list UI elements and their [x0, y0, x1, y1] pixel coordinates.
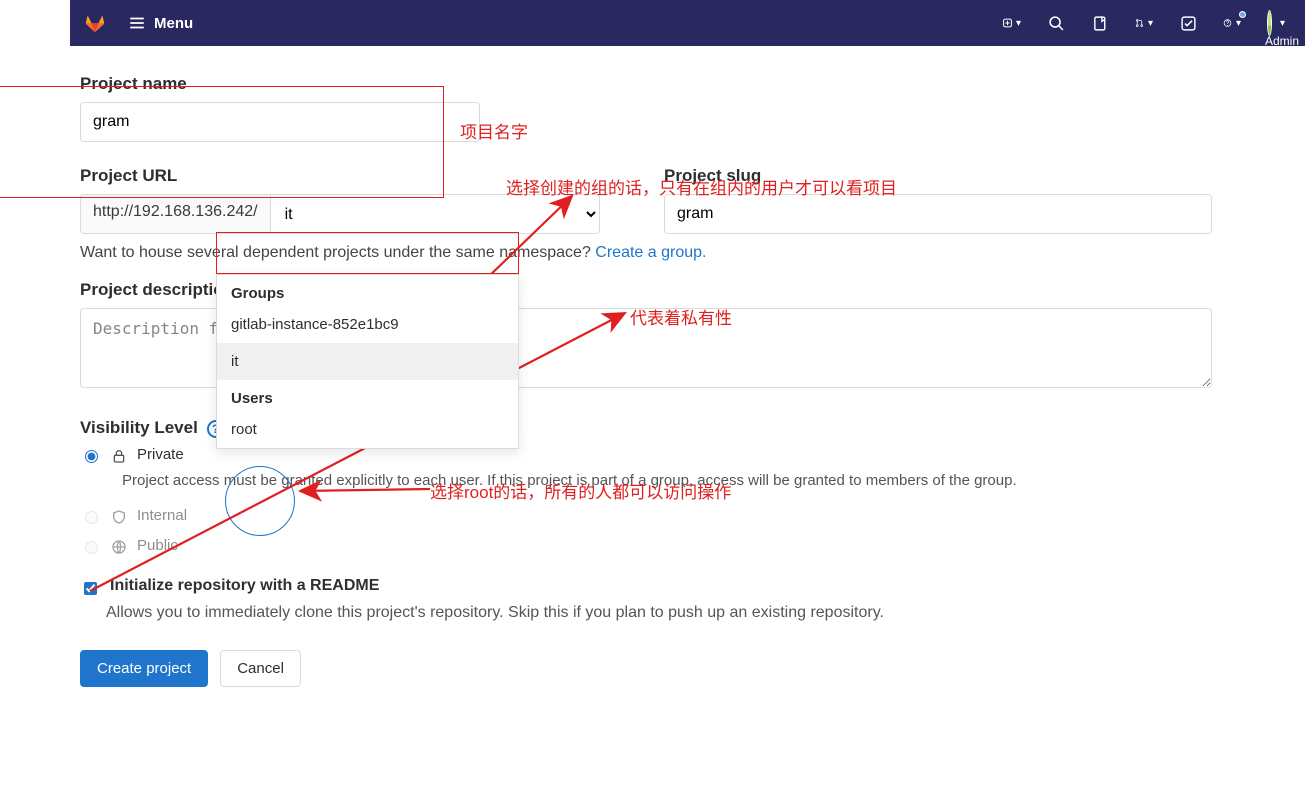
project-name-label: Project name — [80, 74, 1212, 94]
project-url-prefix: http://192.168.136.242/ — [80, 194, 271, 234]
namespace-select[interactable]: it — [271, 194, 600, 234]
initialize-readme-checkbox[interactable] — [84, 582, 97, 595]
namespace-hint: Want to house several dependent projects… — [80, 244, 1212, 262]
notification-dot-icon — [1239, 11, 1246, 18]
create-project-button[interactable]: Create project — [80, 650, 208, 687]
dropdown-users-header: Users — [217, 380, 518, 411]
menu-button[interactable]: Menu — [128, 14, 193, 32]
user-menu-button[interactable]: ▾ — [1267, 14, 1285, 32]
project-url-label: Project URL — [80, 166, 600, 186]
gitlab-logo-icon[interactable] — [84, 12, 106, 34]
cancel-button[interactable]: Cancel — [220, 650, 301, 687]
visibility-internal-option: Internal — [80, 507, 1212, 525]
issues-icon — [1092, 15, 1109, 32]
create-group-link[interactable]: Create a group. — [595, 244, 706, 261]
globe-icon — [111, 539, 127, 555]
initialize-readme-row[interactable]: Initialize repository with a README — [80, 577, 1212, 598]
lock-icon — [111, 448, 127, 464]
search-button[interactable] — [1047, 14, 1065, 32]
hamburger-icon — [128, 14, 146, 32]
visibility-public-radio — [85, 541, 98, 554]
issues-button[interactable] — [1091, 14, 1109, 32]
topbar-actions: ▾ ▾ ▾ ▾ — [1003, 14, 1291, 32]
visibility-private-radio[interactable] — [85, 450, 98, 463]
initialize-readme-desc: Allows you to immediately clone this pro… — [106, 604, 1212, 622]
top-navbar: Menu ▾ ▾ ▾ ▾ Admin — [70, 0, 1305, 46]
project-slug-input[interactable] — [664, 194, 1212, 234]
admin-label: Admin — [1265, 34, 1299, 48]
initialize-readme-label: Initialize repository with a README — [110, 577, 379, 595]
todo-icon — [1180, 15, 1197, 32]
shield-icon — [111, 509, 127, 525]
visibility-public-option: Public — [80, 537, 1212, 555]
merge-icon — [1135, 14, 1144, 32]
avatar-icon — [1267, 10, 1272, 36]
new-dropdown-button[interactable]: ▾ — [1003, 14, 1021, 32]
dropdown-item-user1[interactable]: root — [217, 411, 518, 448]
dropdown-groups-header: Groups — [217, 275, 518, 306]
dropdown-item-group2[interactable]: it — [217, 343, 518, 380]
visibility-internal-radio — [85, 511, 98, 524]
plus-square-icon — [1003, 15, 1012, 31]
project-slug-label: Project slug — [664, 166, 1212, 186]
help-dropdown-button[interactable]: ▾ — [1223, 14, 1241, 32]
project-name-input[interactable] — [80, 102, 480, 142]
menu-label: Menu — [154, 15, 193, 32]
visibility-private-desc: Project access must be granted explicitl… — [122, 472, 1122, 489]
search-icon — [1048, 15, 1065, 32]
namespace-dropdown-panel: Groups gitlab-instance-852e1bc9 it Users… — [216, 274, 519, 449]
todos-button[interactable] — [1179, 14, 1197, 32]
help-icon — [1223, 14, 1232, 32]
dropdown-item-group1[interactable]: gitlab-instance-852e1bc9 — [217, 306, 518, 343]
merge-requests-button[interactable]: ▾ — [1135, 14, 1153, 32]
